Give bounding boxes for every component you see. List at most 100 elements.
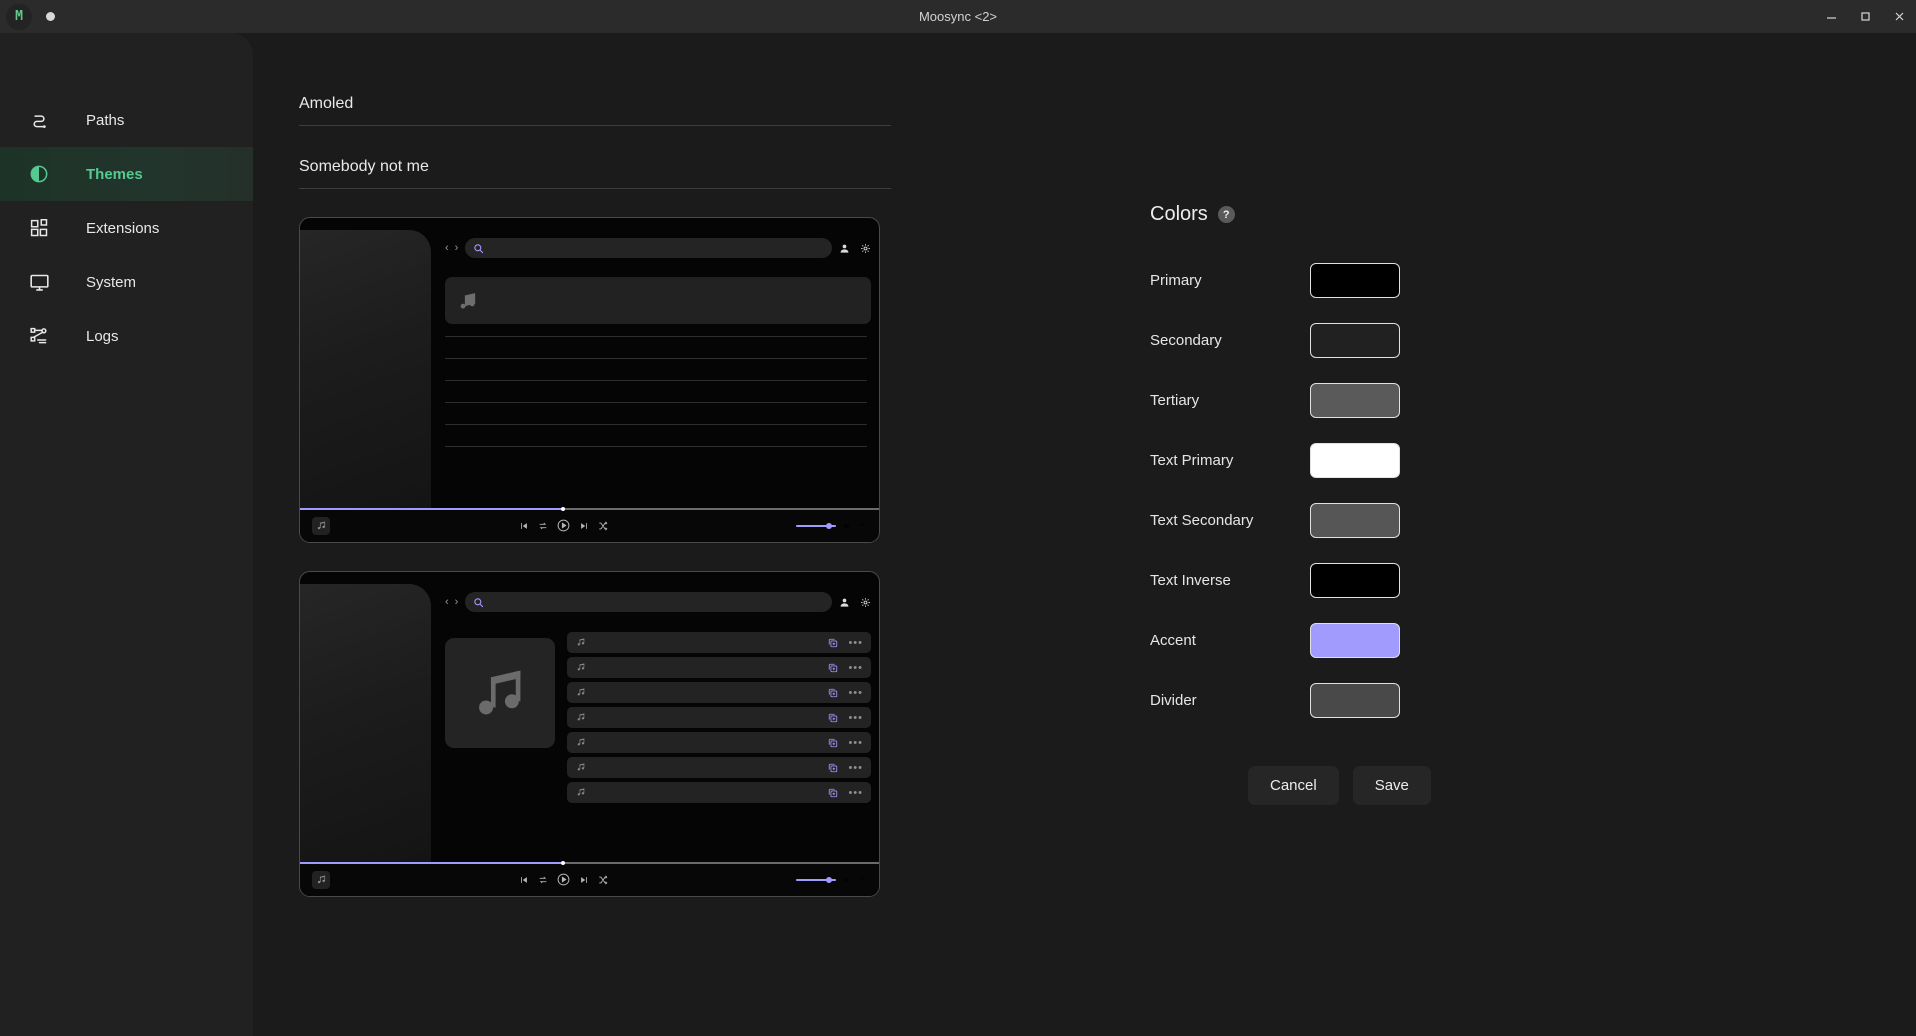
sidebar-item-label: Extensions (86, 219, 160, 237)
preview-song-row[interactable]: ••• (567, 782, 871, 803)
row-menu-icon[interactable]: ••• (848, 637, 863, 648)
preview-nav-arrows[interactable]: ‹ › (445, 242, 458, 254)
preview-search-input[interactable] (465, 238, 832, 258)
preview-search-input[interactable] (465, 592, 832, 612)
monitor-icon (21, 272, 57, 293)
add-to-playlist-icon[interactable] (828, 688, 838, 698)
help-icon[interactable]: ? (1217, 206, 1235, 223)
preview-volume-control[interactable] (796, 521, 867, 531)
save-button[interactable]: Save (1352, 766, 1431, 805)
path-route-icon (21, 110, 57, 131)
theme-preview-compact[interactable]: ‹ › (299, 217, 880, 543)
shuffle-icon[interactable] (598, 521, 608, 531)
volume-slider[interactable] (796, 876, 836, 883)
volume-slider[interactable] (796, 522, 836, 529)
row-menu-icon[interactable]: ••• (848, 687, 863, 698)
add-to-playlist-icon[interactable] (828, 663, 838, 673)
music-note-icon (576, 784, 586, 802)
preview-song-row[interactable]: ••• (567, 657, 871, 678)
add-to-playlist-icon[interactable] (828, 738, 838, 748)
add-to-playlist-icon[interactable] (828, 763, 838, 773)
account-icon[interactable] (839, 243, 850, 254)
row-menu-icon[interactable]: ••• (848, 787, 863, 798)
color-swatch-tertiary[interactable] (1310, 382, 1400, 418)
previous-track-icon[interactable] (519, 521, 529, 531)
preview-topbar: ‹ › (445, 218, 871, 258)
app-body: Paths Themes Extensions System Logs Amol… (0, 33, 1916, 1036)
color-swatch-divider[interactable] (1310, 682, 1400, 718)
sidebar-item-paths[interactable]: Paths (0, 93, 253, 147)
shuffle-icon[interactable] (598, 875, 608, 885)
preview-player-thumb (312, 516, 330, 535)
row-menu-icon[interactable]: ••• (848, 662, 863, 673)
color-swatch-text-primary[interactable] (1310, 442, 1400, 478)
preview-song-row[interactable]: ••• (567, 682, 871, 703)
search-icon (474, 243, 484, 253)
color-swatch-text-inverse[interactable] (1310, 562, 1400, 598)
theme-author-field[interactable]: Somebody not me (299, 152, 891, 189)
row-menu-icon[interactable]: ••• (848, 762, 863, 773)
repeat-icon[interactable] (538, 521, 548, 531)
play-button-icon[interactable] (557, 873, 570, 886)
theme-author-value[interactable]: Somebody not me (299, 152, 891, 188)
preview-progress-bar[interactable] (300, 861, 879, 865)
sidebar-item-system[interactable]: System (0, 255, 253, 309)
preview-volume-control[interactable] (796, 875, 867, 885)
music-note-icon (576, 709, 586, 727)
cancel-button[interactable]: Cancel (1248, 766, 1339, 805)
extensions-blocks-icon (21, 218, 57, 239)
preview-song-row[interactable]: ••• (567, 757, 871, 778)
next-track-icon[interactable] (579, 875, 589, 885)
chevron-right-icon[interactable]: › (455, 242, 459, 254)
color-label: Secondary (1150, 331, 1222, 349)
chevron-left-icon[interactable]: ‹ (445, 242, 449, 254)
add-to-playlist-icon[interactable] (828, 788, 838, 798)
add-to-playlist-icon[interactable] (828, 713, 838, 723)
maximize-icon[interactable] (1848, 0, 1882, 33)
chevron-right-icon[interactable]: › (455, 596, 459, 608)
sidebar-item-themes[interactable]: Themes (0, 147, 253, 201)
color-swatch-primary[interactable] (1310, 262, 1400, 298)
chevron-left-icon[interactable]: ‹ (445, 596, 449, 608)
gear-icon[interactable] (860, 597, 871, 608)
preview-top-icons (839, 243, 871, 254)
volume-icon[interactable] (842, 521, 852, 531)
next-track-icon[interactable] (579, 521, 589, 531)
preview-transport-controls (519, 519, 608, 532)
preview-library-content: ••• ••• ••• ••• ••• ••• ••• (445, 612, 871, 803)
preview-song-row[interactable]: ••• (567, 632, 871, 653)
account-icon[interactable] (839, 597, 850, 608)
color-label: Divider (1150, 691, 1197, 709)
sidebar-item-label: System (86, 273, 137, 291)
theme-name-field[interactable]: Amoled (299, 89, 891, 126)
gear-icon[interactable] (860, 243, 871, 254)
sidebar-item-extensions[interactable]: Extensions (0, 201, 253, 255)
theme-preview-album[interactable]: ‹ › ••• ••• ••• ••• ••• ••• ••• (299, 571, 880, 897)
color-swatch-text-secondary[interactable] (1310, 502, 1400, 538)
preview-song-row[interactable]: ••• (567, 732, 871, 753)
play-button-icon[interactable] (557, 519, 570, 532)
logs-flow-icon (21, 326, 57, 347)
preview-song-row[interactable]: ••• (567, 707, 871, 728)
row-menu-icon[interactable]: ••• (848, 737, 863, 748)
color-swatch-secondary[interactable] (1310, 322, 1400, 358)
repeat-icon[interactable] (538, 875, 548, 885)
volume-icon[interactable] (842, 875, 852, 885)
preview-sidebar (300, 230, 431, 509)
theme-contrast-icon (21, 164, 57, 184)
preview-album-art (445, 638, 555, 748)
chevron-up-icon[interactable] (858, 875, 867, 884)
add-to-playlist-icon[interactable] (828, 638, 838, 648)
music-note-icon (576, 759, 586, 777)
close-icon[interactable] (1882, 0, 1916, 33)
preview-progress-bar[interactable] (300, 507, 879, 511)
preview-nav-arrows[interactable]: ‹ › (445, 596, 458, 608)
theme-name-value[interactable]: Amoled (299, 89, 891, 125)
row-menu-icon[interactable]: ••• (848, 712, 863, 723)
colors-title: Colors (1150, 203, 1208, 225)
sidebar-item-logs[interactable]: Logs (0, 309, 253, 363)
chevron-up-icon[interactable] (858, 521, 867, 530)
previous-track-icon[interactable] (519, 875, 529, 885)
minimize-icon[interactable] (1814, 0, 1848, 33)
color-swatch-accent[interactable] (1310, 622, 1400, 658)
